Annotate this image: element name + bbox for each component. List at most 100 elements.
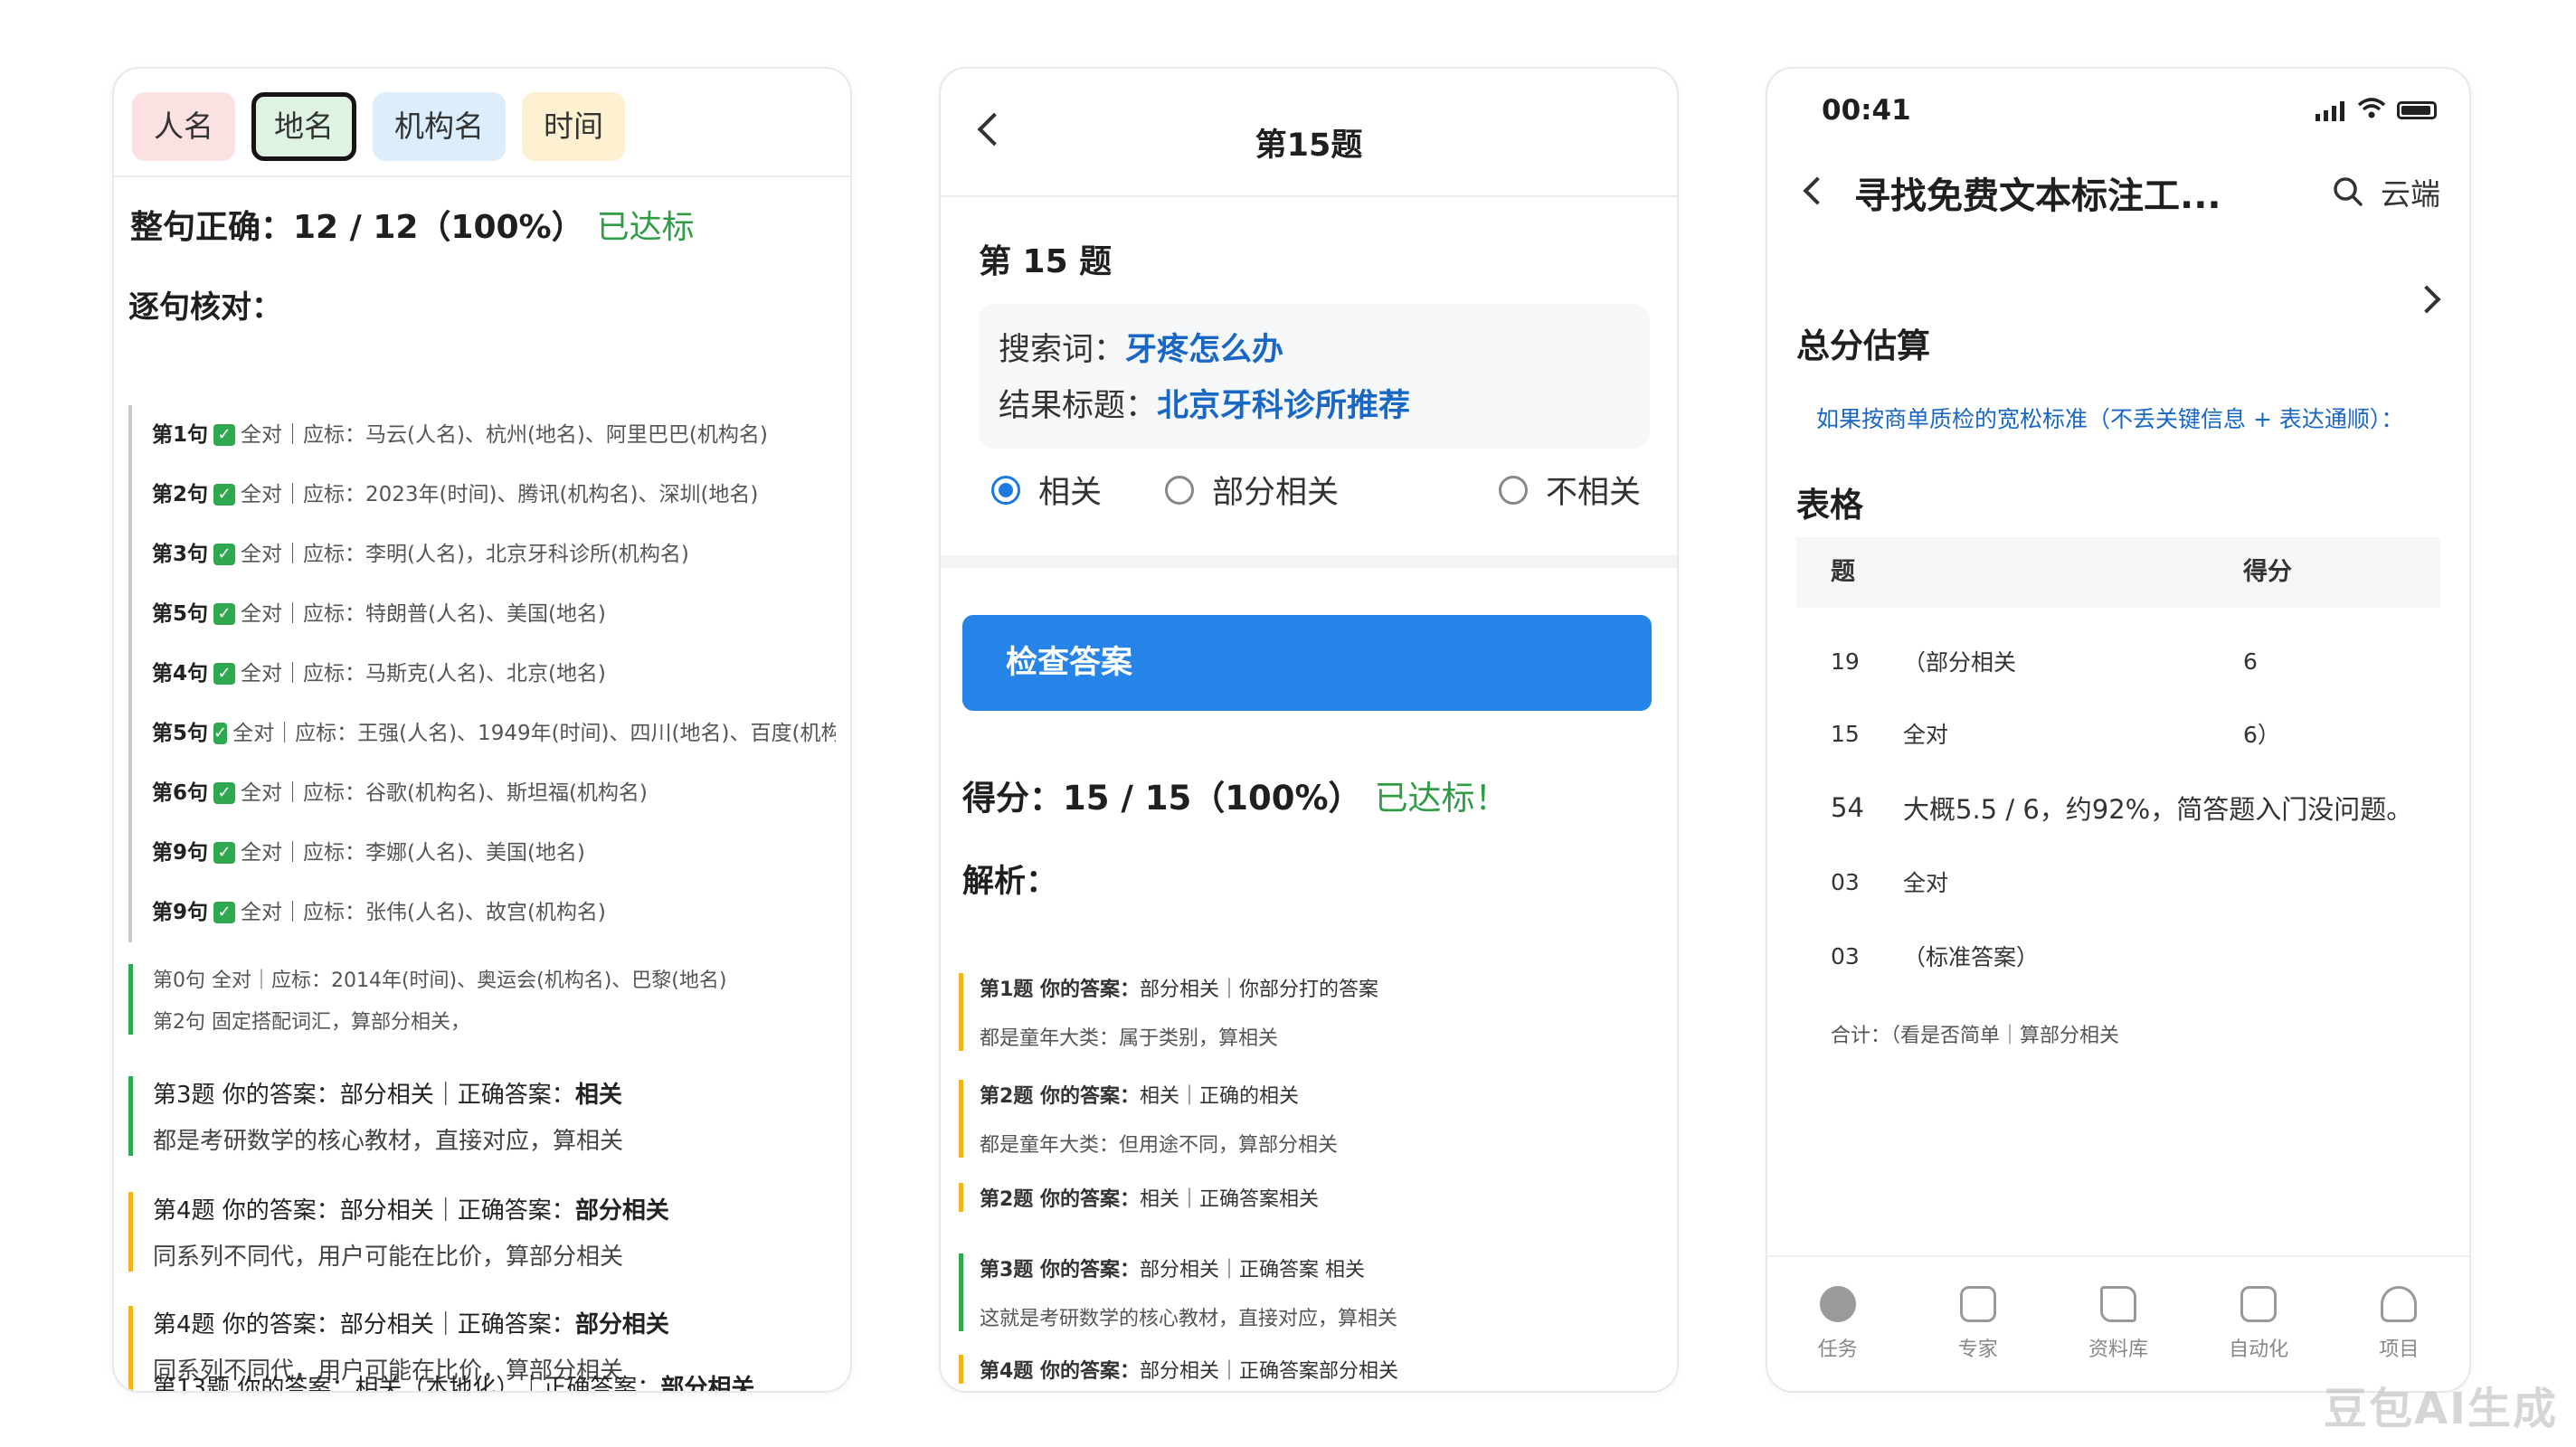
answer-explanation: 都是童年大类：但用途不同，算部分相关 — [980, 1134, 1339, 1157]
tab-label: 自动化 — [2229, 1338, 2289, 1361]
list-item: 第3句 ✓ 全对｜应标：李明(人名)，北京牙科诊所(机构名) — [128, 525, 836, 584]
table-cell: （标准答案） — [1903, 944, 2040, 970]
tag-place[interactable]: 地名 — [251, 92, 356, 161]
table-row: 54 大概5.5 / 6，约92%，简答题入门没问题。 — [1796, 771, 2440, 845]
tab-label: 任务 — [1817, 1338, 1858, 1361]
radio-icon[interactable] — [1498, 475, 1528, 505]
search-icon[interactable] — [2330, 174, 2366, 210]
answer-line: 第2题 你的答案：相关｜正确答案相关 — [980, 1183, 1650, 1212]
table-row: 03 全对 — [1796, 845, 2440, 919]
row-text: 全对｜应标：马斯克(人名)、北京(地名) — [241, 662, 606, 686]
tag-time[interactable]: 时间 — [522, 92, 625, 161]
score-status: 已达标！ — [1374, 779, 1509, 818]
wifi-icon — [2357, 98, 2386, 118]
status-bar-time: 00:41 — [1822, 94, 1911, 127]
answer-prefix: 第4题 你的答案：部分相关｜正确答案： — [153, 1311, 575, 1338]
row-number: 第9句 — [152, 901, 209, 924]
tab-label: 专家 — [1957, 1338, 1998, 1361]
answer-feedback-item: 第4题 你的答案：部分相关｜正确答案：部分相关 同系列不同代，用户可能在比价，算… — [128, 1192, 836, 1272]
answer-prefix: 第3题 你的答案：部分相关｜正确答案： — [153, 1082, 575, 1109]
row-number: 第3句 — [152, 543, 209, 566]
list-item: 第5句 ✓ 全对｜应标：王强(人名)、1949年(时间)、四川(地名)、百度(机构名… — [128, 704, 836, 763]
tab-automation[interactable]: 自动化 — [2200, 1286, 2317, 1362]
list-item: 第5句 ✓ 全对｜应标：特朗普(人名)、美国(地名) — [128, 584, 836, 644]
tab-label: 资料库 — [2088, 1338, 2148, 1361]
option-partially-relevant[interactable]: 部分相关 — [1165, 467, 1339, 513]
row-text: 全对｜应标：特朗普(人名)、美国(地名) — [241, 602, 606, 626]
answer-line: 第1题 你的答案：部分相关｜你部分打的答案 — [980, 973, 1650, 1002]
battery-icon — [2397, 101, 2437, 119]
tab-tasks[interactable]: 任务 — [1779, 1286, 1897, 1362]
check-answer-button[interactable]: 检查答案 — [962, 615, 1652, 711]
row-number: 第1句 — [152, 423, 209, 447]
row-text: 全对｜应标：王强(人名)、1949年(时间)、四川(地名)、百度(机构名) — [232, 722, 836, 745]
query-line: 搜索词：牙疼怎么办 — [999, 324, 1630, 380]
tag-person[interactable]: 人名 — [132, 92, 235, 161]
check-icon: ✓ — [213, 484, 236, 506]
check-icon: ✓ — [213, 603, 236, 625]
tab-experts[interactable]: 专家 — [1919, 1286, 2037, 1362]
table-header: 题 得分 — [1796, 537, 2440, 608]
row-number: 第2句 — [152, 483, 209, 506]
back-icon[interactable] — [1803, 176, 1832, 205]
answer-line: 第4题 你的答案：部分相关｜正确答案：部分相关 — [153, 1192, 836, 1225]
check-icon: ✓ — [213, 663, 236, 685]
tab-library[interactable]: 资料库 — [2060, 1286, 2177, 1362]
check-icon: ✓ — [213, 782, 236, 804]
column-header: 得分 — [2243, 558, 2292, 586]
answer-line: 第4题 你的答案：部分相关｜正确答案：部分相关 — [153, 1306, 836, 1339]
list-item: 第2句 ✓ 全对｜应标：2023年(时间)、腾讯(机构名)、深圳(地名) — [128, 465, 836, 525]
row-text: 全对｜应标：张伟(人名)、故宫(机构名) — [241, 901, 606, 924]
answer-explanation: 第2句 固定搭配词汇，算部分相关， — [153, 1011, 470, 1034]
section-divider — [941, 555, 1677, 568]
answer-explanation: 都是童年大类：属于类别，算相关 — [980, 1027, 1279, 1050]
sentence-accuracy-summary: 整句正确：12 / 12（100%） 已达标 — [130, 201, 695, 248]
option-label: 相关 — [1038, 475, 1103, 511]
cloud-button[interactable]: 云端 — [2381, 170, 2440, 213]
answer-line: 第2题 你的答案：相关｜正确的相关 — [980, 1080, 1650, 1109]
list-item: 第9句 ✓ 全对｜应标：张伟(人名)、故宫(机构名) — [128, 883, 836, 942]
summary-label: 整句正确：12 / 12（100%） — [130, 209, 584, 246]
signal-icon — [2316, 101, 2344, 121]
table-cell: 03 — [1831, 942, 1860, 969]
watermark: 豆包AI生成 — [2323, 1384, 2558, 1434]
column-header: 题 — [1831, 558, 1855, 586]
answer-feedback-item: 第3题 你的答案：部分相关｜正确答案：相关 都是考研数学的核心教材，直接对应，算… — [128, 1076, 836, 1156]
chat-result-panel: 00:41 寻找免费文本标注工... 云端 总分估算 如果按商单质检的宽松标准（… — [1766, 67, 2471, 1393]
answer-feedback-item: 第3题 你的答案：部分相关｜正确答案 相关 这就是考研数学的核心教材，直接对应，… — [959, 1253, 1650, 1331]
chevron-right-icon[interactable] — [2412, 285, 2441, 314]
table-cell: 03 — [1831, 868, 1860, 895]
answer-explanation: 都是考研数学的核心教材，直接对应，算相关 — [153, 1128, 624, 1155]
divider — [114, 175, 850, 177]
tab-label: 项目 — [2379, 1338, 2420, 1361]
answer-prefix: 第13题 你的答案：相关（本地化）｜正确答案： — [153, 1375, 661, 1393]
tab-projects[interactable]: 项目 — [2340, 1286, 2458, 1362]
page-title: 寻找免费文本标注工... — [1854, 175, 2221, 217]
check-icon: ✓ — [213, 842, 236, 864]
section-title: 总分估算 — [1796, 326, 1930, 365]
check-icon: ✓ — [213, 424, 236, 446]
radio-icon[interactable] — [1165, 475, 1195, 505]
answer-prefix: 第4题 你的答案：部分相关｜正确答案： — [153, 1197, 575, 1225]
answer-feedback-item: 第4题 你的答案：部分相关｜正确答案部分相关 — [959, 1355, 1650, 1384]
table-cell: 15 — [1831, 720, 1860, 747]
option-label: 部分相关 — [1212, 475, 1340, 511]
option-irrelevant[interactable]: 不相关 — [1498, 467, 1641, 513]
answer-line: 第13题 你的答案：相关（本地化）｜正确答案：部分相关 — [153, 1369, 836, 1393]
answer-prefix: 第2题 你的答案： — [980, 1085, 1140, 1108]
summary-status: 已达标 — [596, 209, 695, 246]
table-cell: 全对 — [1903, 870, 1949, 896]
table-cell: 54 — [1831, 792, 1864, 823]
table-cell: 6 — [2243, 648, 2258, 675]
table-cell: 全对 — [1903, 722, 1949, 748]
page-title: 第15题 — [1255, 128, 1363, 164]
row-text: 全对｜应标：谷歌(机构名)、斯坦福(机构名) — [241, 781, 648, 805]
row-number: 第6句 — [152, 781, 209, 805]
answer-explanation: 这就是考研数学的核心教材，直接对应，算相关 — [980, 1308, 1398, 1330]
answer-detail: 相关｜正确答案相关 — [1139, 1188, 1319, 1211]
list-item: 第9句 ✓ 全对｜应标：李娜(人名)、美国(地名) — [128, 823, 836, 883]
row-number: 第5句 — [152, 602, 209, 626]
option-relevant[interactable]: 相关 — [991, 467, 1102, 513]
tag-organization[interactable]: 机构名 — [373, 92, 506, 161]
radio-selected-icon[interactable] — [991, 475, 1020, 505]
